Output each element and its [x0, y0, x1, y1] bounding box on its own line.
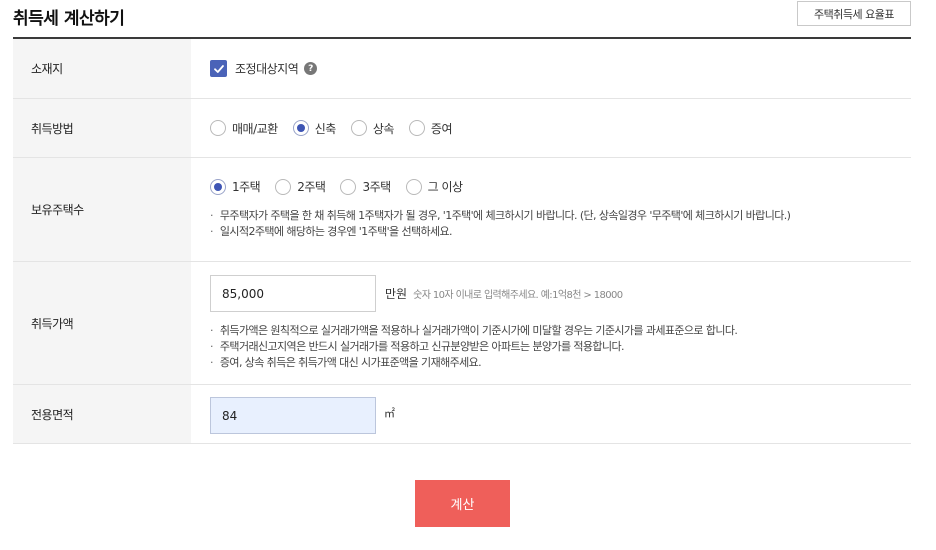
adjustment-area-checkbox-wrap[interactable]: 조정대상지역 ? — [210, 39, 911, 98]
radio-label[interactable]: 그 이상 — [428, 178, 463, 195]
radio-label[interactable]: 증여 — [431, 120, 453, 137]
row-method: 취득방법 매매/교환 신축 상속 증여 — [13, 99, 911, 158]
price-hint: 숫자 10자 이내로 입력해주세요. 예:1억8천 > 18000 — [413, 290, 623, 301]
note-item: 일시적2주택에 해당하는 경우엔 '1주택'을 선택하세요. — [210, 224, 790, 240]
radio-button[interactable] — [340, 178, 357, 195]
radio-button[interactable] — [408, 120, 425, 136]
row-label-area: 전용면적 — [13, 385, 191, 443]
radio-label[interactable]: 매매/교환 — [232, 120, 278, 137]
radio-label[interactable]: 2주택 — [297, 178, 326, 195]
radio-method-inheritance[interactable]: 상속 — [350, 120, 395, 137]
radio-method-gift[interactable]: 증여 — [408, 120, 453, 137]
radio-houses-3[interactable]: 3주택 — [340, 178, 391, 195]
radio-button-checked[interactable] — [292, 120, 309, 136]
price-input[interactable] — [210, 275, 376, 312]
method-radio-group: 매매/교환 신축 상속 증여 — [210, 99, 911, 157]
houses-notes: 무주택자가 주택을 한 채 취득해 1주택자가 될 경우, '1주택'에 체크하… — [210, 208, 791, 240]
adjustment-area-label[interactable]: 조정대상지역 — [235, 60, 299, 77]
radio-label[interactable]: 상속 — [373, 120, 395, 137]
calculate-button[interactable]: 계산 — [415, 480, 510, 527]
help-icon[interactable]: ? — [304, 62, 318, 75]
area-input[interactable] — [210, 397, 376, 434]
row-label-method: 취득방법 — [13, 99, 191, 157]
note-item: 증여, 상속 취득은 취득가액 대신 시가표준액을 기재해주세요. — [210, 355, 737, 371]
row-label-location: 소재지 — [13, 39, 191, 98]
checkmark-icon — [213, 64, 224, 73]
area-unit: ㎡ — [384, 407, 395, 420]
note-item: 무주택자가 주택을 한 채 취득해 1주택자가 될 경우, '1주택'에 체크하… — [210, 208, 791, 224]
note-item: 취득가액은 원칙적으로 실거래가액을 적용하나 실거래가액이 기준시가에 미달할… — [210, 323, 738, 339]
radio-houses-2[interactable]: 2주택 — [275, 178, 326, 195]
adjustment-area-checkbox[interactable] — [210, 60, 227, 77]
radio-label[interactable]: 1주택 — [232, 178, 261, 195]
radio-method-new-build[interactable]: 신축 — [292, 120, 337, 137]
radio-method-trade[interactable]: 매매/교환 — [210, 120, 278, 137]
radio-label[interactable]: 3주택 — [362, 178, 391, 195]
radio-button-checked[interactable] — [210, 178, 226, 195]
note-item: 주택거래신고지역은 반드시 실거래가를 적용하고 신규분양받은 아파트는 분양가… — [210, 339, 737, 355]
radio-button[interactable] — [350, 120, 367, 136]
row-label-houses: 보유주택수 — [13, 158, 191, 261]
radio-button[interactable] — [275, 178, 292, 195]
radio-label[interactable]: 신축 — [315, 120, 337, 137]
rate-table-button[interactable]: 주택취득세 요율표 — [797, 1, 911, 26]
radio-button[interactable] — [210, 120, 226, 136]
price-notes: 취득가액은 원칙적으로 실거래가액을 적용하나 실거래가액이 기준시가에 미달할… — [210, 323, 738, 371]
row-price: 취득가액 만원 숫자 10자 이내로 입력해주세요. 예:1억8천 > 1800… — [13, 262, 911, 385]
row-area: 전용면적 ㎡ — [13, 385, 911, 444]
acquisition-tax-form: 소재지 조정대상지역 ? 취득방법 매매/교환 신축 상속 증여 보유주택수 1… — [13, 37, 911, 444]
radio-houses-1[interactable]: 1주택 — [210, 178, 261, 195]
price-unit: 만원 — [385, 287, 408, 301]
radio-houses-more[interactable]: 그 이상 — [405, 178, 463, 195]
houses-radio-group: 1주택 2주택 3주택 그 이상 — [210, 178, 478, 195]
radio-button[interactable] — [405, 178, 422, 195]
row-label-price: 취득가액 — [13, 262, 191, 384]
page-title: 취득세 계산하기 — [13, 9, 125, 29]
row-location: 소재지 조정대상지역 ? — [13, 39, 911, 99]
row-houses: 보유주택수 1주택 2주택 3주택 그 이상 · 무주택자가 주택을 한 채 취… — [13, 158, 911, 262]
